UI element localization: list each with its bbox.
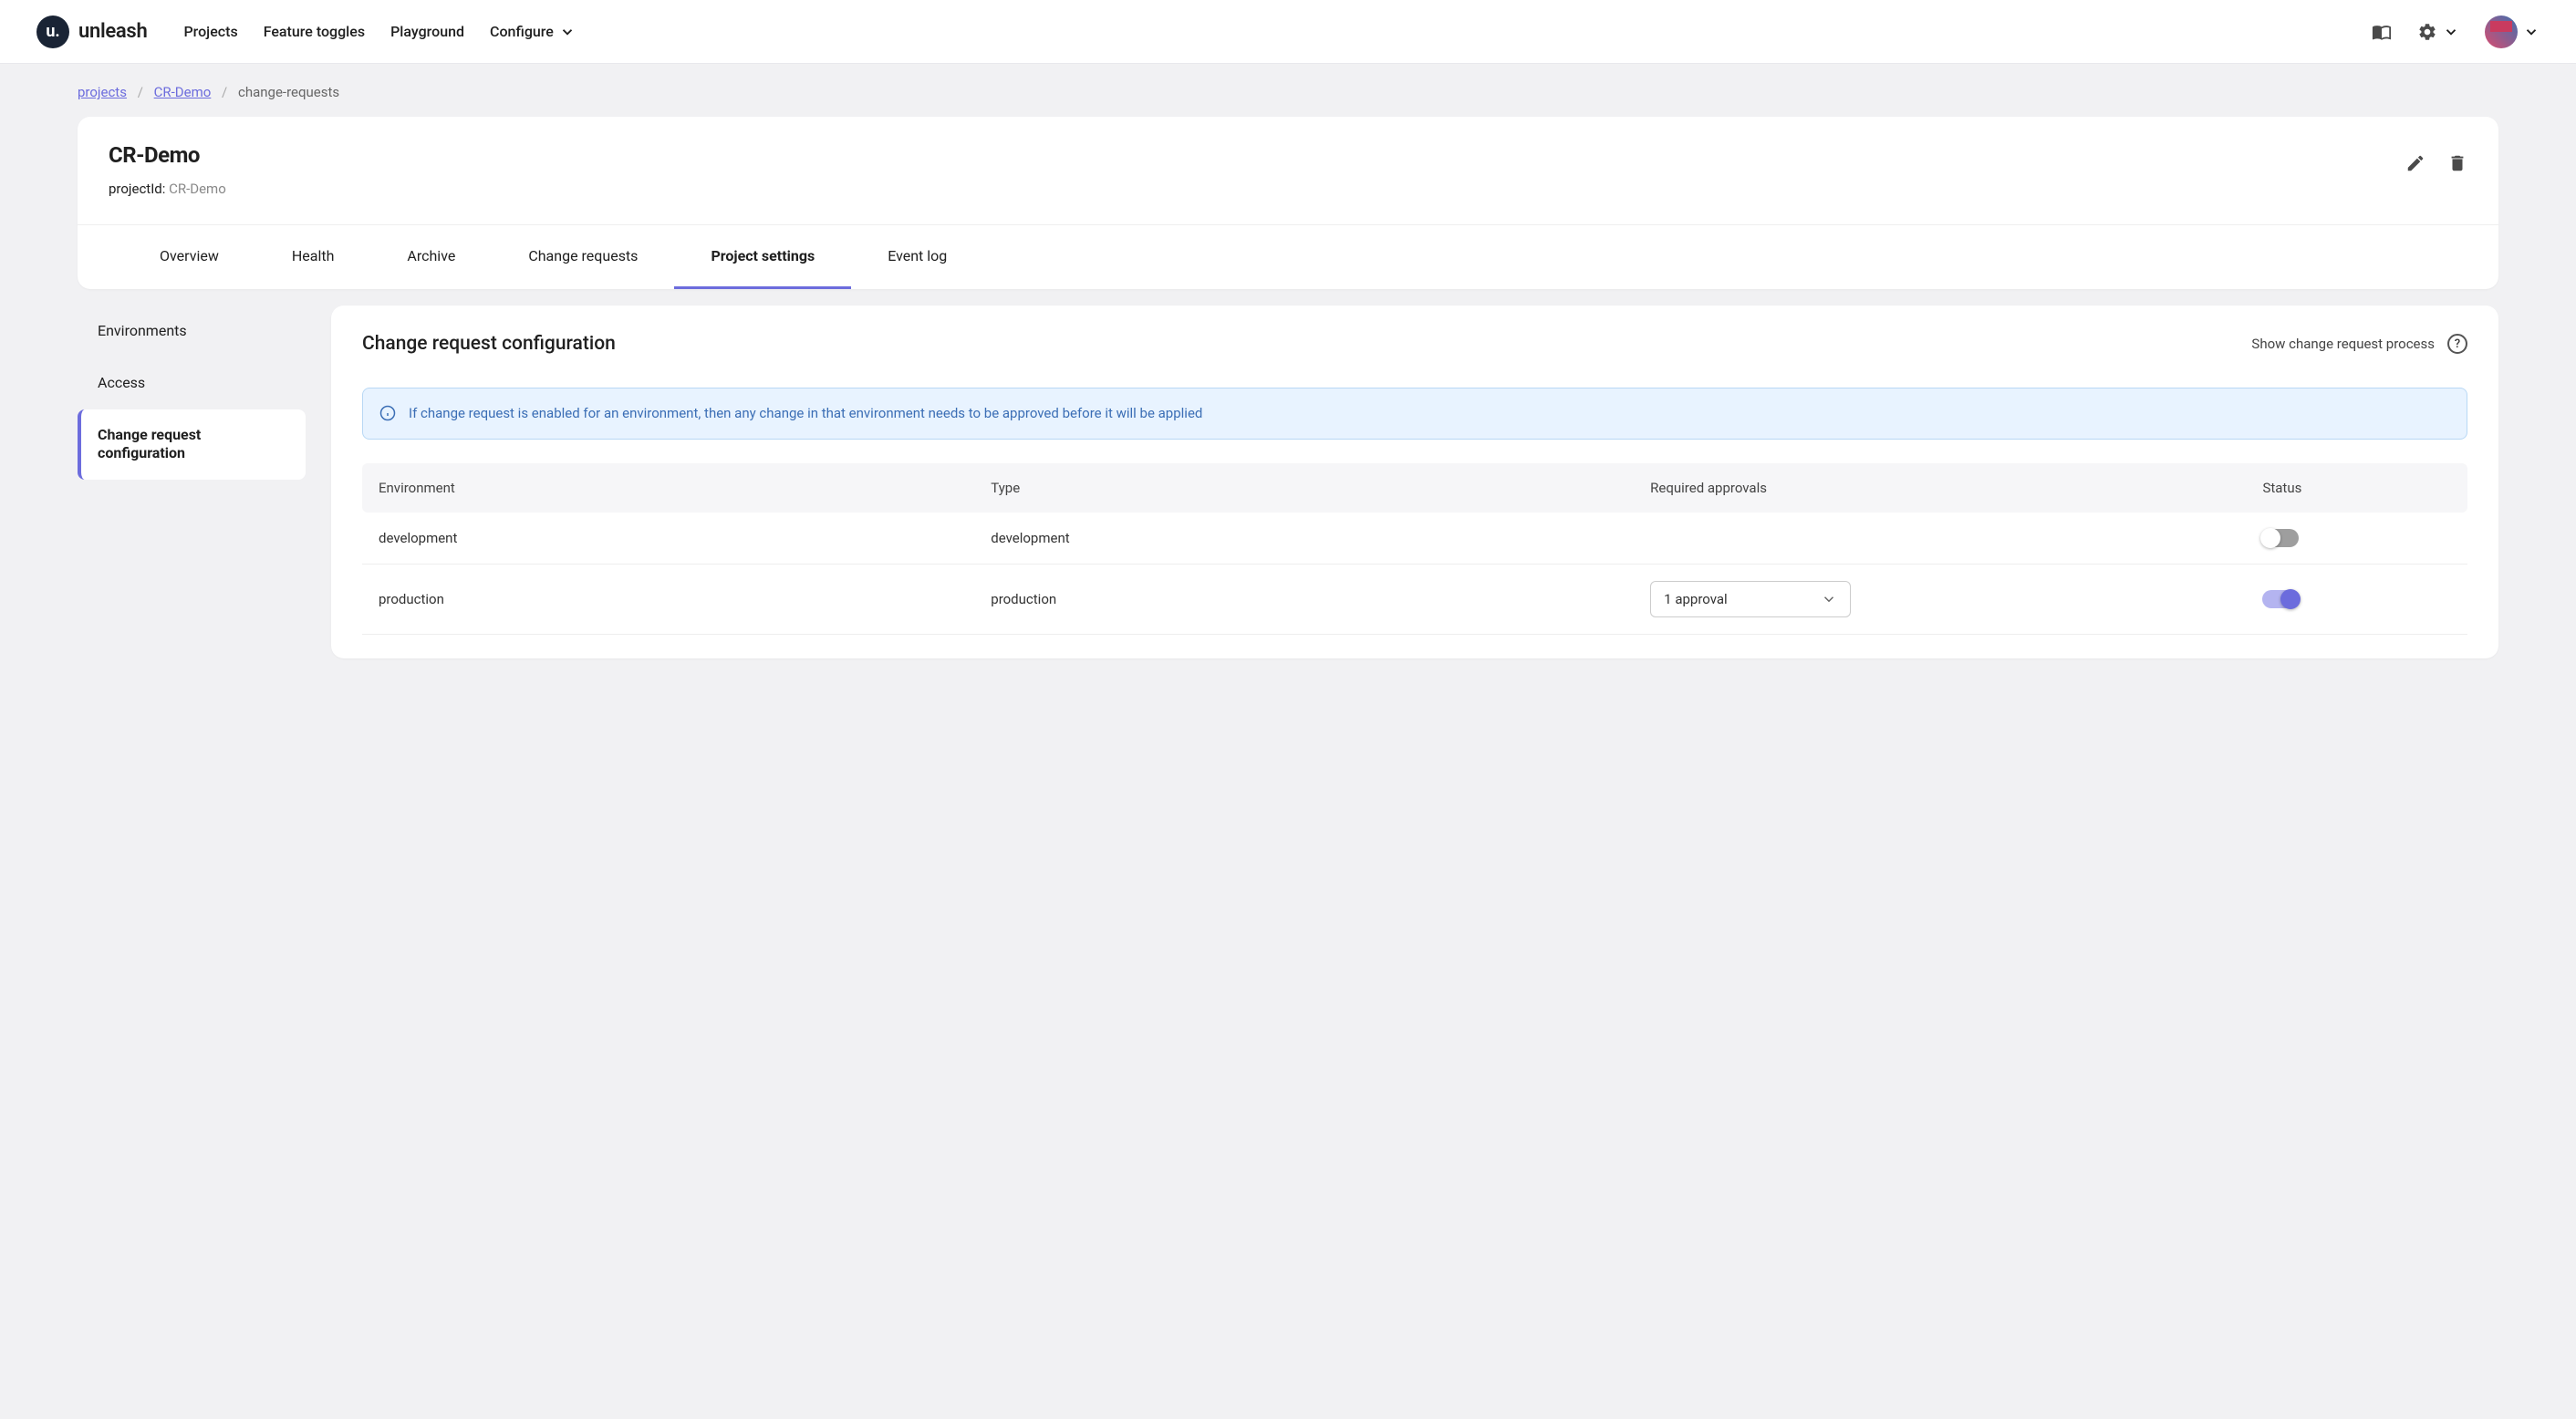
environments-table: Environment Type Required approvals Stat… [362,463,2467,635]
project-actions [2405,142,2467,173]
content-area: Environments Access Change request confi… [78,306,2498,658]
project-title: CR-Demo [109,142,2405,168]
info-banner: If change request is enabled for an envi… [362,388,2467,440]
col-type-header: Type [991,480,1650,496]
settings-panel: Change request configuration Show change… [331,306,2498,658]
project-id-label: projectId: [109,181,169,197]
toggle-thumb [2280,589,2301,609]
project-header: CR-Demo projectId: CR-Demo [78,117,2498,224]
info-icon [379,405,396,421]
app-header: u. unleash Projects Feature toggles Play… [0,0,2576,64]
avatar [2485,16,2518,48]
col-status-header: Status [2262,480,2451,496]
project-id-value: CR-Demo [169,181,226,197]
nav-feature-toggles[interactable]: Feature toggles [264,23,365,40]
user-menu[interactable] [2485,16,2540,48]
tab-overview[interactable]: Overview [123,225,255,289]
show-process-label: Show change request process [2251,336,2435,352]
toggle-thumb [2260,528,2280,548]
sidebar-item-access[interactable]: Access [78,357,306,409]
table-row: development development [362,513,2467,564]
nav-configure[interactable]: Configure [490,23,576,40]
tab-project-settings[interactable]: Project settings [674,225,851,289]
chevron-down-icon [2523,24,2540,40]
breadcrumb-project[interactable]: CR-Demo [154,84,212,100]
trash-icon[interactable] [2447,153,2467,173]
cell-type: production [991,591,1650,607]
breadcrumb-separator: / [222,84,227,100]
col-approvals-header: Required approvals [1650,480,2262,496]
tab-change-requests[interactable]: Change requests [492,225,674,289]
cell-type: development [991,530,1650,546]
help-icon[interactable]: ? [2447,334,2467,354]
sidebar-item-environments[interactable]: Environments [78,306,306,357]
cell-approvals: 1 approval [1650,581,2262,617]
edit-icon[interactable] [2405,153,2425,173]
nav-playground[interactable]: Playground [390,23,464,40]
tab-archive[interactable]: Archive [370,225,492,289]
settings-menu[interactable] [2417,22,2459,42]
cell-status [2262,590,2451,608]
brand-name: unleash [78,20,147,43]
col-environment-header: Environment [379,480,991,496]
breadcrumb-current: change-requests [238,84,339,100]
gear-icon [2417,22,2437,42]
breadcrumb: projects / CR-Demo / change-requests [0,64,2576,117]
header-actions [2372,16,2540,48]
docs-icon[interactable] [2372,22,2392,42]
settings-header: Change request configuration Show change… [331,306,2498,388]
breadcrumb-separator: / [138,84,143,100]
settings-title: Change request configuration [362,333,616,355]
table-header: Environment Type Required approvals Stat… [362,463,2467,513]
cell-status [2262,529,2451,547]
chevron-down-icon [2443,24,2459,40]
approvals-select[interactable]: 1 approval [1650,581,1851,617]
project-tabs: Overview Health Archive Change requests … [78,224,2498,289]
show-process: Show change request process ? [2251,334,2467,354]
cell-environment: production [379,591,991,607]
approvals-select-value: 1 approval [1664,591,1728,607]
logo-icon: u. [36,16,69,48]
status-toggle[interactable] [2262,590,2299,608]
chevron-down-icon [1821,591,1837,607]
chevron-down-icon [559,24,576,40]
main-nav: Projects Feature toggles Playground Conf… [183,23,2372,40]
cell-environment: development [379,530,991,546]
tab-health[interactable]: Health [255,225,371,289]
tab-event-log[interactable]: Event log [851,225,983,289]
sidebar-item-change-request-config[interactable]: Change request configuration [78,409,306,481]
table-row: production production 1 approval [362,564,2467,635]
breadcrumb-projects[interactable]: projects [78,84,127,100]
project-card: CR-Demo projectId: CR-Demo Overview Heal… [78,117,2498,289]
nav-configure-label: Configure [490,23,554,40]
status-toggle[interactable] [2262,529,2299,547]
logo[interactable]: u. unleash [36,16,147,48]
project-id: projectId: CR-Demo [109,181,2405,197]
settings-sidebar: Environments Access Change request confi… [78,306,306,658]
nav-projects[interactable]: Projects [183,23,237,40]
info-text: If change request is enabled for an envi… [409,403,1202,424]
